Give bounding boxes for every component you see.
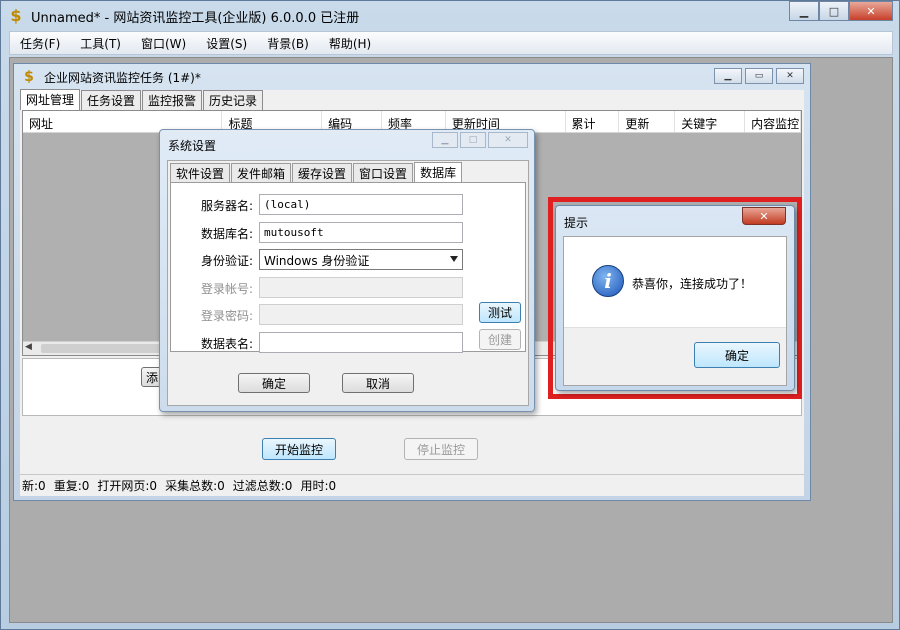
table-label: 数据表名: (200, 337, 253, 351)
auth-select-value: Windows 身份验证 (264, 254, 370, 268)
column-header-updated[interactable]: 更新 (619, 111, 676, 132)
tab-monitor-alarm[interactable]: 监控报警 (142, 90, 203, 110)
settings-dialog-body: 软件设置 发件邮箱 缓存设置 窗口设置 数据库 服务器名: (local) 数据… (167, 160, 529, 406)
minimize-button[interactable]: ▁ (789, 1, 819, 21)
stop-monitor-button[interactable]: 停止监控 (404, 438, 478, 460)
app-title: Unnamed* - 网站资讯监控工具(企业版) 6.0.0.0 已注册 (31, 10, 360, 26)
message-box: 提示 ✕ i 恭喜你，连接成功了！ 确定 (555, 205, 795, 391)
task-restore-button[interactable]: ▭ (745, 68, 773, 84)
close-button[interactable]: ✕ (849, 1, 893, 21)
scroll-left-icon[interactable]: ◀ (25, 342, 32, 352)
auth-row: 身份验证: Windows 身份验证 (171, 249, 525, 271)
status-elapsed: 用时:0 (300, 479, 337, 493)
password-row: 登录密码: (171, 304, 525, 326)
task-window-logo-icon: $ (24, 69, 34, 85)
test-button[interactable]: 测试 (479, 302, 521, 323)
message-box-close-button[interactable]: ✕ (742, 207, 786, 225)
task-window-caption-buttons: ▁ ▭ ✕ (714, 68, 804, 84)
menu-bar: 任务(F) 工具(T) 窗口(W) 设置(S) 背景(B) 帮助(H) (9, 31, 893, 55)
server-label: 服务器名: (200, 199, 253, 213)
table-input[interactable] (259, 332, 463, 353)
status-duplicate: 重复:0 (53, 479, 90, 493)
menu-settings[interactable]: 设置(S) (196, 35, 257, 52)
main-window: $ Unnamed* - 网站资讯监控工具(企业版) 6.0.0.0 已注册 ▁… (0, 0, 900, 630)
task-window-title: 企业网站资讯监控任务 (1#)* (44, 70, 201, 85)
app-logo-icon: $ (10, 6, 22, 25)
column-header-total[interactable]: 累计 (566, 111, 620, 132)
menu-window[interactable]: 窗口(W) (131, 35, 196, 52)
auth-label: 身份验证: (200, 254, 253, 268)
login-input[interactable] (259, 277, 463, 298)
tab-window-settings[interactable]: 窗口设置 (353, 163, 414, 183)
settings-dialog-title: 系统设置 (168, 139, 217, 153)
login-label: 登录帐号: (200, 282, 253, 296)
settings-close-button[interactable]: ✕ (488, 132, 528, 148)
tab-url-management[interactable]: 网址管理 (20, 89, 81, 110)
password-input[interactable] (259, 304, 463, 325)
settings-dialog-caption-buttons: ▁ □ ✕ (432, 132, 528, 148)
database-settings-panel: 服务器名: (local) 数据库名: mutousoft 身份验证: Wind… (170, 182, 526, 354)
dropdown-arrow-icon (450, 256, 458, 262)
window-caption-buttons: ▁ □ ✕ (789, 1, 893, 21)
tab-software-settings[interactable]: 软件设置 (170, 163, 231, 183)
status-new: 新:0 (22, 479, 46, 493)
task-close-button[interactable]: ✕ (776, 68, 804, 84)
column-header-keyword[interactable]: 关键字 (675, 111, 746, 132)
tab-history[interactable]: 历史记录 (203, 90, 264, 110)
create-button[interactable]: 创建 (479, 329, 521, 350)
task-tabs: 网址管理 任务设置 监控报警 历史记录 (20, 89, 264, 110)
task-minimize-button[interactable]: ▁ (714, 68, 742, 84)
login-row: 登录帐号: (171, 277, 525, 299)
message-text: 恭喜你，连接成功了！ (632, 277, 753, 291)
menu-help[interactable]: 帮助(H) (319, 35, 381, 52)
status-collected: 采集总数:0 (165, 479, 225, 493)
tab-database[interactable]: 数据库 (414, 162, 463, 183)
tab-sender-mailbox[interactable]: 发件邮箱 (231, 163, 292, 183)
message-ok-button[interactable]: 确定 (694, 342, 780, 368)
information-icon: i (592, 265, 624, 297)
status-bar: 新:0 重复:0 打开网页:0 采集总数:0 过滤总数:0 用时:0 (20, 474, 804, 496)
message-box-footer: 确定 (564, 327, 786, 385)
password-label: 登录密码: (200, 309, 253, 323)
settings-cancel-button[interactable]: 取消 (342, 373, 414, 393)
start-monitor-button[interactable]: 开始监控 (262, 438, 336, 460)
database-row: 数据库名: mutousoft (171, 222, 525, 244)
tab-cache-settings[interactable]: 缓存设置 (292, 163, 353, 183)
settings-maximize-button[interactable]: □ (460, 132, 486, 148)
column-header-content-monitor[interactable]: 内容监控 (745, 111, 801, 132)
server-input[interactable]: (local) (259, 194, 463, 215)
server-row: 服务器名: (local) (171, 194, 525, 216)
app-title-bar: $ Unnamed* - 网站资讯监控工具(企业版) 6.0.0.0 已注册 (7, 4, 359, 28)
message-box-body: i 恭喜你，连接成功了！ 确定 (563, 236, 787, 386)
settings-tabs: 软件设置 发件邮箱 缓存设置 窗口设置 数据库 (170, 162, 463, 183)
database-label: 数据库名: (200, 227, 253, 241)
database-input[interactable]: mutousoft (259, 222, 463, 243)
maximize-button[interactable]: □ (819, 1, 849, 21)
menu-tools[interactable]: 工具(T) (70, 35, 131, 52)
menu-background[interactable]: 背景(B) (257, 35, 319, 52)
status-filtered: 过滤总数:0 (232, 479, 293, 493)
task-window-title-bar: $ 企业网站资讯监控任务 (1#)* (20, 68, 201, 86)
menu-task[interactable]: 任务(F) (10, 35, 70, 52)
tab-task-settings[interactable]: 任务设置 (81, 90, 142, 110)
auth-select[interactable]: Windows 身份验证 (259, 249, 463, 270)
settings-ok-button[interactable]: 确定 (238, 373, 310, 393)
status-opened-pages: 打开网页:0 (97, 479, 158, 493)
settings-minimize-button[interactable]: ▁ (432, 132, 458, 148)
settings-dialog: 系统设置 ▁ □ ✕ 软件设置 发件邮箱 缓存设置 窗口设置 数据库 服务器名:… (159, 129, 535, 412)
message-box-title: 提示 (564, 216, 589, 230)
settings-dialog-footer: 确定 取消 (168, 356, 528, 406)
table-row: 数据表名: (171, 332, 525, 354)
